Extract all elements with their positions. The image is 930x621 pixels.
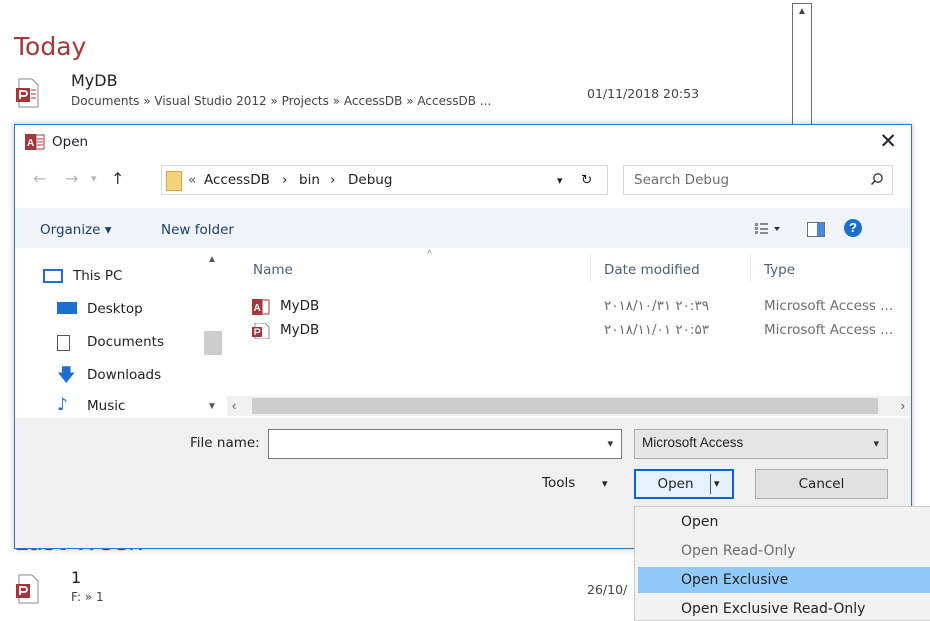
nav-item-label: Documents bbox=[87, 334, 164, 350]
nav-pane-scrollbar[interactable]: ▲ ▼ bbox=[203, 248, 223, 412]
menu-item-open[interactable]: Open bbox=[681, 514, 718, 530]
search-box[interactable]: Search Debug bbox=[623, 165, 893, 195]
view-options-icon[interactable] bbox=[755, 222, 785, 236]
column-header-date[interactable]: Date modified bbox=[604, 262, 700, 278]
access-file-icon bbox=[252, 322, 270, 340]
file-type-dropdown-icon[interactable]: ▾ bbox=[873, 437, 879, 450]
dialog-title-bar[interactable]: A Open ✕ bbox=[15, 125, 911, 159]
file-list-horizontal-scrollbar[interactable]: ‹ › bbox=[227, 396, 911, 416]
organize-button[interactable]: Organize ▾ bbox=[40, 222, 112, 238]
scroll-left-icon[interactable]: ‹ bbox=[232, 398, 236, 413]
nav-item-label: Music bbox=[87, 398, 126, 414]
cancel-button[interactable]: Cancel bbox=[755, 469, 888, 499]
access-file-icon bbox=[16, 574, 40, 604]
pc-icon bbox=[43, 269, 63, 283]
recent-group-title-today: Today bbox=[14, 32, 87, 61]
up-arrow-icon[interactable]: ↑ bbox=[111, 169, 124, 188]
scroll-thumb[interactable] bbox=[204, 331, 222, 355]
sort-indicator-icon: ^ bbox=[427, 249, 432, 260]
open-options-menu: Open Open Read-Only Open Exclusive Open … bbox=[634, 506, 930, 621]
refresh-icon[interactable]: ↻ bbox=[581, 172, 592, 188]
file-date: ۲۰۱۸/۱۰/۳۱ ۲۰:۳۹ bbox=[604, 298, 709, 314]
file-name-label: File name: bbox=[190, 435, 260, 451]
tools-button[interactable]: Tools ▾ bbox=[542, 469, 622, 497]
search-placeholder: Search Debug bbox=[634, 172, 730, 188]
tools-dropdown-icon: ▾ bbox=[602, 477, 608, 490]
file-date: ۲۰۱۸/۱۱/۰۱ ۲۰:۵۳ bbox=[604, 322, 709, 338]
scroll-thumb[interactable] bbox=[252, 398, 878, 414]
scroll-right-icon[interactable]: › bbox=[901, 398, 905, 413]
forward-arrow-icon[interactable]: → bbox=[65, 169, 78, 188]
breadcrumb-bin[interactable]: bin bbox=[299, 172, 320, 188]
dialog-title: Open bbox=[52, 134, 89, 150]
scroll-down-icon[interactable]: ▼ bbox=[207, 401, 217, 412]
new-folder-button[interactable]: New folder bbox=[161, 222, 234, 238]
file-name-input[interactable]: ▾ bbox=[268, 429, 622, 459]
address-bar[interactable]: « AccessDB › bin › Debug ▾ ↻ bbox=[161, 165, 608, 195]
recent-list-scrollbar[interactable]: ▲ bbox=[792, 3, 812, 127]
file-name-dropdown-icon[interactable]: ▾ bbox=[607, 437, 613, 450]
recent-item-name[interactable]: MyDB bbox=[71, 71, 118, 90]
address-dropdown-icon[interactable]: ▾ bbox=[557, 174, 563, 187]
help-icon[interactable]: ? bbox=[844, 219, 862, 237]
breadcrumb-debug[interactable]: Debug bbox=[348, 172, 392, 188]
navigation-pane: This PC Desktop Documents 🡇 Downloads ♪ … bbox=[15, 248, 227, 418]
file-type: Microsoft Access ... bbox=[764, 322, 894, 338]
access-file-icon bbox=[16, 78, 40, 108]
search-icon[interactable] bbox=[870, 172, 884, 186]
music-icon: ♪ bbox=[57, 395, 68, 415]
open-dropdown-icon[interactable]: ▾ bbox=[714, 471, 720, 497]
close-icon[interactable]: ✕ bbox=[879, 129, 897, 153]
column-header-type[interactable]: Type bbox=[764, 262, 795, 278]
back-arrow-icon[interactable]: ← bbox=[33, 169, 46, 188]
breadcrumb-accessdb[interactable]: AccessDB bbox=[204, 172, 270, 188]
recent-item-path: F: » 1 bbox=[71, 590, 104, 604]
nav-item-label: This PC bbox=[73, 268, 123, 284]
documents-icon bbox=[57, 335, 70, 351]
recent-item-name[interactable]: 1 bbox=[71, 568, 81, 587]
breadcrumb-separator: › bbox=[330, 172, 336, 188]
nav-item-label: Downloads bbox=[87, 367, 162, 383]
scroll-up-icon[interactable]: ▲ bbox=[207, 254, 217, 265]
column-header-name[interactable]: Name bbox=[253, 262, 293, 278]
menu-item-open-read-only[interactable]: Open Read-Only bbox=[681, 543, 796, 559]
desktop-icon bbox=[57, 302, 77, 314]
file-type-value: Microsoft Access bbox=[642, 435, 744, 450]
recent-item-date: 26/10/ bbox=[587, 582, 628, 597]
command-bar: Organize ▾ New folder ? bbox=[15, 208, 911, 248]
nav-item-label: Desktop bbox=[87, 301, 143, 317]
breadcrumb-overflow[interactable]: « bbox=[188, 172, 196, 188]
recent-item-path: Documents » Visual Studio 2012 » Project… bbox=[71, 94, 492, 108]
file-type: Microsoft Access ... bbox=[764, 298, 894, 314]
breadcrumb-separator: › bbox=[282, 172, 288, 188]
file-name: MyDB bbox=[280, 298, 320, 314]
tools-label: Tools bbox=[542, 475, 576, 491]
menu-item-open-exclusive[interactable]: Open Exclusive bbox=[681, 572, 788, 588]
scroll-up-arrow-icon[interactable]: ▲ bbox=[797, 6, 807, 17]
svg-text:A: A bbox=[27, 138, 34, 149]
downloads-icon: 🡇 bbox=[57, 365, 76, 386]
open-button[interactable]: Open ▾ bbox=[634, 469, 734, 499]
svg-text:A: A bbox=[254, 303, 261, 314]
folder-icon bbox=[166, 171, 182, 191]
access-app-icon: A bbox=[25, 134, 45, 150]
menu-item-open-exclusive-read-only[interactable]: Open Exclusive Read-Only bbox=[681, 601, 865, 617]
file-name: MyDB bbox=[280, 322, 320, 338]
open-dialog: A Open ✕ ← → ▾ ↑ « AccessDB › bin › Debu… bbox=[14, 124, 912, 549]
recent-locations-chevron-icon[interactable]: ▾ bbox=[91, 172, 97, 185]
open-split-divider bbox=[710, 474, 711, 494]
file-type-select[interactable]: Microsoft Access ▾ bbox=[634, 429, 888, 459]
recent-item-date: 01/11/2018 20:53 bbox=[587, 86, 700, 101]
column-divider bbox=[590, 254, 591, 282]
access-db-icon: A bbox=[252, 299, 270, 315]
open-button-label: Open bbox=[657, 476, 694, 492]
preview-pane-icon[interactable] bbox=[807, 222, 825, 237]
column-divider bbox=[750, 254, 751, 282]
